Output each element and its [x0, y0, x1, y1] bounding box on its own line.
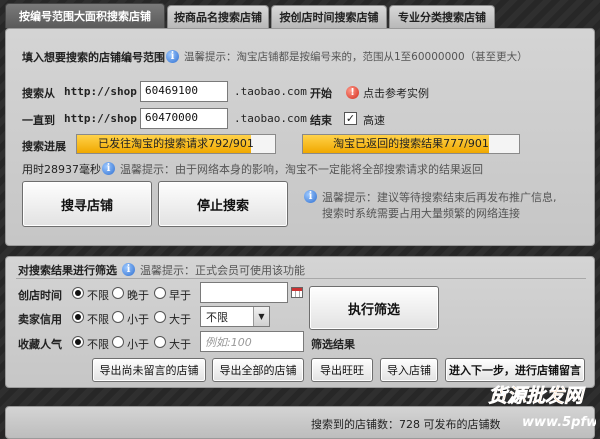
action-tip-line2: 搜索时系统需要占用大量频繁的网络连接	[322, 207, 520, 220]
export-all-button[interactable]: 导出全部的店铺	[212, 358, 304, 382]
returned-progress-bar: 淘宝已返回的搜索结果777/901	[302, 134, 520, 154]
stop-search-button[interactable]: 停止搜索	[158, 181, 288, 227]
info-icon: i	[102, 162, 115, 175]
tab-bar: 按编号范围大面积搜索店铺 按商品名搜索店铺 按创店时间搜索店铺 专业分类搜索店铺	[0, 0, 600, 28]
info-icon: i	[304, 190, 317, 203]
progress-tip: 温馨提示：由于网络本身的影响，淘宝不一定能将全部搜索请求的结果返回	[120, 163, 483, 176]
chevron-down-icon: ▼	[253, 307, 269, 326]
fast-mode-checkbox[interactable]: ✓	[344, 112, 357, 125]
created-unlimited-radio[interactable]	[72, 287, 84, 299]
created-unlimited-label: 不限	[87, 289, 109, 302]
popularity-label: 收藏人气	[18, 338, 62, 351]
popularity-unlimited-radio[interactable]	[72, 336, 84, 348]
credit-unlimited-label: 不限	[87, 313, 109, 326]
credit-greater-label: 大于	[169, 313, 191, 326]
popularity-greater-radio[interactable]	[154, 336, 166, 348]
sent-progress-text: 已发往淘宝的搜索请求792/901	[98, 137, 254, 150]
credit-select[interactable]: 不限 ▼	[200, 306, 270, 327]
sent-progress-bar: 已发往淘宝的搜索请求792/901	[76, 134, 276, 154]
search-tip: 温馨提示：淘宝店铺都是按编号来的，范围从1至60000000（甚至更大）	[184, 51, 528, 63]
tab-range-search[interactable]: 按编号范围大面积搜索店铺	[5, 3, 165, 28]
status-text: 搜索到的店铺数：728 可发布的店铺数	[311, 418, 501, 431]
popularity-less-label: 小于	[127, 338, 149, 351]
warning-icon: !	[346, 86, 359, 99]
tab-date-search[interactable]: 按创店时间搜索店铺	[271, 5, 387, 28]
filter-panel: 对搜索结果进行筛选 i 温馨提示：正式会员可使用该功能 创店时间 不限 晚于 早…	[5, 256, 595, 388]
search-panel: 填入想要搜索的店铺编号范围 i 温馨提示：淘宝店铺都是按编号来的，范围从1至60…	[5, 28, 595, 246]
site-watermark-logo: 货源批发网 www.5pfw.cn	[484, 378, 600, 438]
credit-less-label: 小于	[127, 313, 149, 326]
created-date-input[interactable]	[200, 282, 288, 303]
popularity-input[interactable]: 例如:100	[200, 331, 304, 352]
fast-mode-label: 高速	[363, 114, 385, 127]
returned-progress-text: 淘宝已返回的搜索结果777/901	[333, 137, 489, 150]
import-shops-button[interactable]: 导入店铺	[380, 358, 438, 382]
from-url-suffix: .taobao.com	[234, 85, 307, 98]
to-url-suffix: .taobao.com	[234, 112, 307, 125]
svg-text:www.5pfw.cn: www.5pfw.cn	[522, 415, 596, 430]
created-earlier-label: 早于	[169, 289, 191, 302]
tab-category-search[interactable]: 专业分类搜索店铺	[389, 5, 495, 28]
popularity-less-radio[interactable]	[112, 336, 124, 348]
svg-text:货源批发网: 货源批发网	[488, 385, 586, 407]
filter-tip: 温馨提示：正式会员可使用该功能	[140, 264, 305, 277]
created-earlier-radio[interactable]	[154, 287, 166, 299]
divider	[16, 278, 586, 279]
credit-unlimited-radio[interactable]	[72, 311, 84, 323]
from-shop-id-input[interactable]: 60469100	[140, 81, 228, 102]
popularity-greater-label: 大于	[169, 338, 191, 351]
example-link[interactable]: 点击参考实例	[363, 85, 429, 101]
filter-result-label: 筛选结果	[311, 338, 355, 351]
created-later-label: 晚于	[127, 289, 149, 302]
search-section-title: 填入想要搜索的店铺编号范围	[22, 51, 165, 64]
created-time-label: 创店时间	[18, 289, 62, 302]
info-icon: i	[166, 50, 179, 63]
run-filter-button[interactable]: 执行筛选	[309, 286, 439, 330]
calendar-icon[interactable]	[291, 287, 303, 298]
seller-credit-label: 卖家信用	[18, 313, 62, 326]
from-label: 搜索从	[22, 87, 55, 100]
elapsed-time: 用时28937毫秒	[22, 163, 101, 176]
to-url-prefix: http://shop	[64, 112, 137, 125]
from-url-prefix: http://shop	[64, 85, 137, 98]
progress-label: 搜索进展	[22, 140, 66, 153]
credit-select-value: 不限	[206, 311, 228, 324]
to-shop-id-input[interactable]: 60470000	[140, 108, 228, 129]
end-label: 结束	[310, 114, 332, 127]
tab-product-search[interactable]: 按商品名搜索店铺	[167, 5, 269, 28]
export-wangwang-button[interactable]: 导出旺旺	[311, 358, 373, 382]
credit-less-radio[interactable]	[112, 311, 124, 323]
credit-greater-radio[interactable]	[154, 311, 166, 323]
created-later-radio[interactable]	[112, 287, 124, 299]
filter-section-title: 对搜索结果进行筛选	[18, 264, 117, 277]
start-label: 开始	[310, 87, 332, 100]
search-shops-button[interactable]: 搜寻店铺	[22, 181, 152, 227]
action-tip-line1: 温馨提示：建议等待搜索结束后再发布推广信息,	[322, 191, 557, 204]
to-label: 一直到	[22, 114, 55, 127]
export-unposted-button[interactable]: 导出尚未留言的店铺	[92, 358, 206, 382]
popularity-unlimited-label: 不限	[87, 338, 109, 351]
info-icon: i	[122, 263, 135, 276]
